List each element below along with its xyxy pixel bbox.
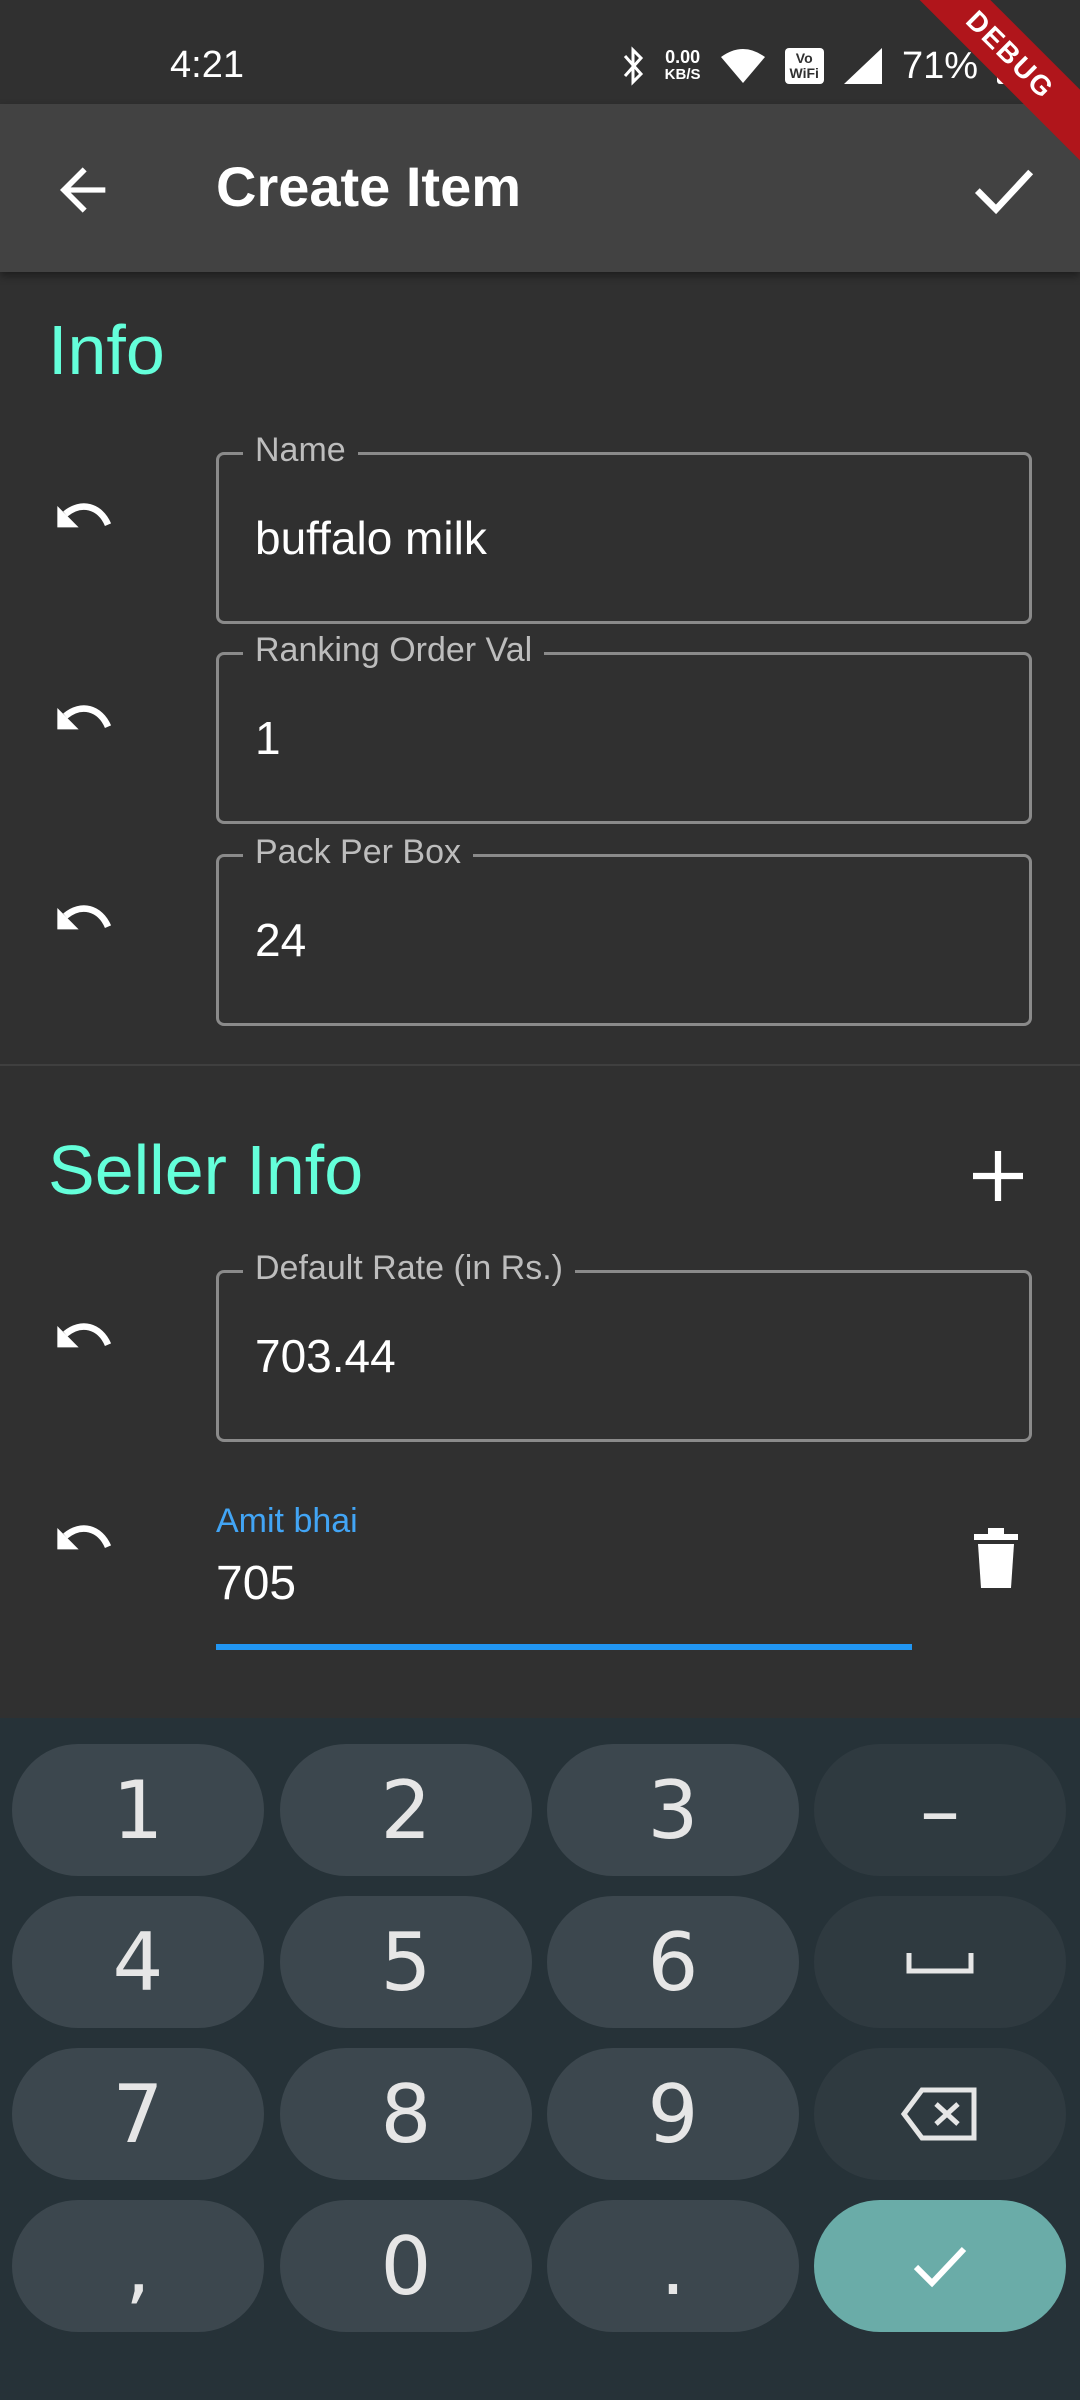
default-rate-label: Default Rate (in Rs.) <box>243 1249 575 1288</box>
key-1[interactable]: 1 <box>12 1744 264 1876</box>
arrow-back-icon[interactable] <box>52 158 116 222</box>
key-6[interactable]: 6 <box>547 1896 799 2028</box>
battery-percent: 71% <box>901 44 978 87</box>
seller-section-title: Seller Info <box>48 1131 364 1209</box>
vowifi-top: Vo <box>795 50 813 66</box>
focus-underline <box>216 1644 912 1650</box>
network-speed-value: 0.00 <box>665 47 701 67</box>
space-icon <box>906 1953 974 1974</box>
network-speed: 0.00 KB/S <box>665 48 701 84</box>
key-comma[interactable]: , <box>12 2200 264 2332</box>
key-5[interactable]: 5 <box>280 1896 532 2028</box>
status-time: 4:21 <box>170 44 244 86</box>
pack-per-box-value: 24 <box>255 914 307 966</box>
pack-per-box-field[interactable]: Pack Per Box 24 <box>216 833 1032 1026</box>
backspace-icon <box>900 2087 977 2141</box>
network-speed-unit: KB/S <box>664 66 701 83</box>
pack-per-box-label: Pack Per Box <box>243 833 473 872</box>
undo-icon[interactable] <box>48 490 120 554</box>
undo-icon[interactable] <box>48 892 120 956</box>
default-rate-value: 703.44 <box>255 1330 396 1382</box>
key-enter[interactable] <box>814 2200 1066 2332</box>
key-7[interactable]: 7 <box>12 2048 264 2180</box>
info-section-title: Info <box>48 311 165 389</box>
section-divider <box>0 1064 1080 1066</box>
undo-icon[interactable] <box>48 1512 120 1576</box>
key-period[interactable]: . <box>547 2200 799 2332</box>
ranking-order-field[interactable]: Ranking Order Val 1 <box>216 631 1032 824</box>
undo-icon[interactable] <box>48 692 120 756</box>
bluetooth-icon <box>623 46 643 86</box>
page-title: Create Item <box>216 155 522 218</box>
status-icons: 0.00 KB/S Vo WiFi 71% <box>621 42 1020 90</box>
vowifi-badge: Vo WiFi <box>784 48 824 84</box>
key-8[interactable]: 8 <box>280 2048 532 2180</box>
status-bar: 4:21 0.00 KB/S Vo WiFi 71% <box>0 0 1080 104</box>
plus-icon[interactable] <box>968 1146 1028 1206</box>
vowifi-bottom: WiFi <box>789 65 819 81</box>
key-3[interactable]: 3 <box>547 1744 799 1876</box>
key-2[interactable]: 2 <box>280 1744 532 1876</box>
check-icon <box>913 2246 967 2288</box>
key-backspace[interactable] <box>814 2048 1066 2180</box>
key-0[interactable]: 0 <box>280 2200 532 2332</box>
seller-rate-value[interactable]: 705 <box>216 1556 296 1611</box>
name-field-label: Name <box>243 431 358 470</box>
name-field-value: buffalo milk <box>255 512 487 564</box>
key-space[interactable] <box>814 1896 1066 2028</box>
check-icon[interactable] <box>968 156 1040 220</box>
name-field[interactable]: Name buffalo milk <box>216 431 1032 624</box>
seller-name-label: Amit bhai <box>216 1502 358 1540</box>
delete-icon[interactable] <box>970 1528 1022 1588</box>
app-bar: Create Item <box>0 104 1080 272</box>
ranking-order-label: Ranking Order Val <box>243 631 545 670</box>
signal-icon <box>843 48 882 84</box>
wifi-icon <box>720 49 765 83</box>
default-rate-field[interactable]: Default Rate (in Rs.) 703.44 <box>216 1249 1032 1442</box>
undo-icon[interactable] <box>48 1310 120 1374</box>
key-minus[interactable]: – <box>814 1744 1066 1876</box>
numeric-keyboard: 1 2 3 – 4 5 6 7 8 9 , 0 . <box>0 1718 1080 2400</box>
ranking-order-value: 1 <box>255 712 281 764</box>
key-4[interactable]: 4 <box>12 1896 264 2028</box>
key-9[interactable]: 9 <box>547 2048 799 2180</box>
